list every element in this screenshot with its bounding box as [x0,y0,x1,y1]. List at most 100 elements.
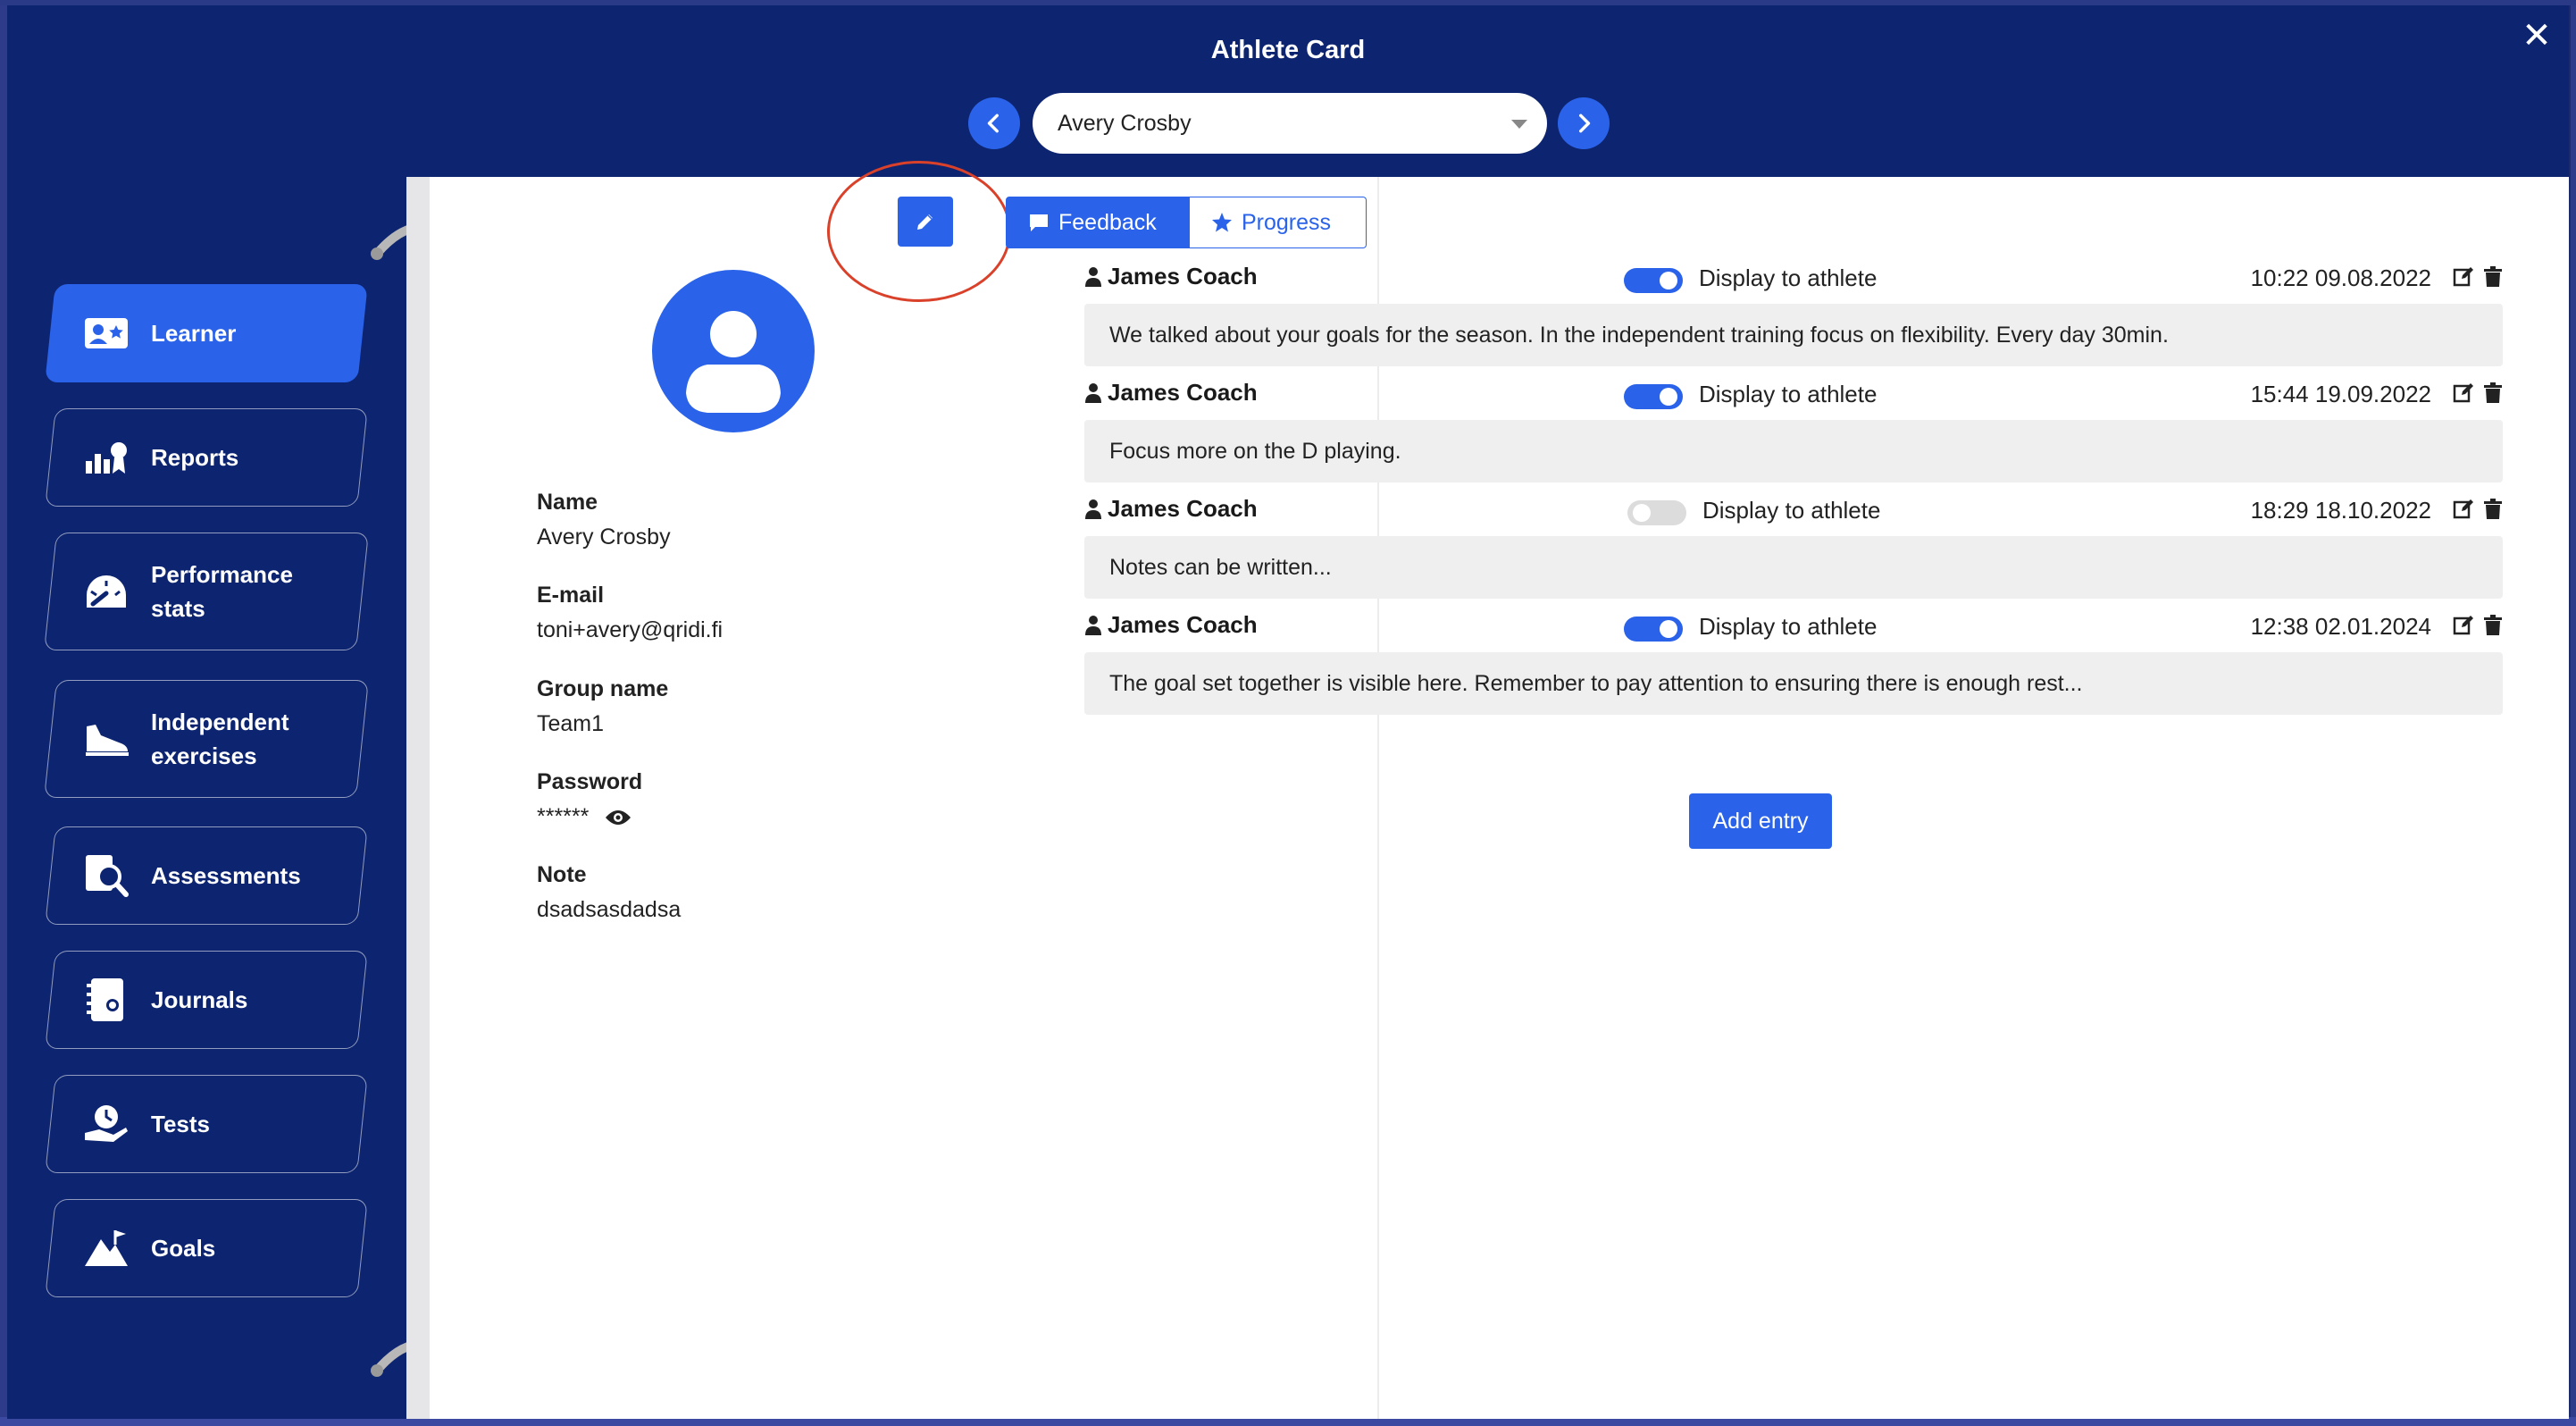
edit-icon[interactable] [2453,382,2474,408]
eye-icon[interactable] [605,809,631,826]
entry-author: James Coach [1108,611,1258,638]
trash-icon[interactable] [2483,615,2503,641]
profile-field-email: E-mail toni+avery@qridi.fi [537,583,723,643]
display-toggle[interactable] [1624,384,1683,409]
field-label: E-mail [537,583,605,608]
tab-progress[interactable]: Progress [1190,197,1367,248]
field-value: Team1 [537,711,605,736]
entry-text: Focus more on the D playing. [1084,420,2503,482]
shoe-icon [81,714,131,764]
display-toggle[interactable] [1627,500,1686,525]
user-icon [1085,615,1101,635]
close-icon: ✕ [2522,16,2552,55]
learner-card-icon [81,308,131,358]
trash-icon[interactable] [2483,499,2503,524]
sidebar-item-reports[interactable]: Reports [45,408,368,507]
chevron-left-icon [987,113,999,133]
feedback-entry: James Coach Display to athlete 12:38 02.… [1084,611,2503,715]
sidebar-item-goals[interactable]: Goals [45,1199,368,1297]
close-button[interactable]: ✕ [2517,16,2556,55]
sidebar-item-tests[interactable]: Tests [45,1075,368,1173]
backdrop [2571,0,2576,1426]
field-label: Note [537,862,587,887]
sidebar-item-label: Independent exercises [151,709,289,769]
tab-feedback[interactable]: Feedback [1006,197,1190,248]
magnifier-icon [81,851,131,901]
content-panel: Name Avery Crosby E-mail toni+avery@qrid… [406,161,2569,1419]
sidebar-item-label: Reports [151,444,239,471]
trash-icon[interactable] [2483,382,2503,408]
tab-label: Progress [1242,209,1332,235]
sidebar-item-label: Assessments [151,862,301,889]
athlete-select-value: Avery Crosby [1058,110,1192,136]
athlete-select[interactable]: Avery Crosby [1033,93,1547,154]
user-icon [1085,266,1101,287]
sidebar-item-label: Performance stats [151,561,293,622]
journal-icon [81,975,131,1025]
chevron-down-icon [1511,120,1527,129]
mountain-flag-icon [81,1223,131,1273]
sidebar-item-label: Journals [151,986,248,1013]
field-value: Avery Crosby [537,524,671,549]
field-value: dsadsasdadsa [537,897,682,922]
reports-chart-icon [81,432,131,482]
field-label: Group name [537,676,669,701]
sidebar-item-assessments[interactable]: Assessments [45,826,368,925]
edit-icon[interactable] [2453,499,2474,524]
profile-field-note: Note dsadsasdadsa [537,862,681,923]
sidebar-item-label: Learner [151,320,237,347]
display-toggle-label: Display to athlete [1702,497,1881,524]
sidebar-item-label: Goals [151,1235,216,1262]
profile-field-group: Group name Team1 [537,676,668,737]
display-toggle[interactable] [1624,617,1683,642]
entry-text: Notes can be written... [1084,536,2503,599]
feedback-entry: James Coach Display to athlete 10:22 09.… [1084,263,2503,366]
avatar [652,270,815,432]
entry-text: We talked about your goals for the seaso… [1084,304,2503,366]
add-entry-button[interactable]: Add entry [1689,793,1832,849]
password-masked: ****** [537,804,590,829]
display-toggle-label: Display to athlete [1699,381,1878,407]
display-toggle-label: Display to athlete [1699,264,1878,291]
user-icon [1085,499,1101,519]
stopwatch-hand-icon [81,1099,131,1149]
field-label: Name [537,490,598,515]
modal-title: Athlete Card [1210,36,1366,64]
entry-author: James Coach [1108,379,1258,406]
entry-timestamp: 15:44 19.09.2022 [2250,381,2431,407]
tab-label: Feedback [1058,209,1157,235]
star-icon [1212,213,1232,232]
entry-author: James Coach [1108,263,1258,289]
feedback-progress-tabs: Feedback Progress [1006,197,1367,248]
previous-athlete-button[interactable] [968,97,1020,149]
sidebar-item-independent-exercises[interactable]: Independent exercises [44,680,369,798]
panel-edge [406,177,430,1419]
feedback-entry: James Coach Display to athlete 15:44 19.… [1084,379,2503,482]
sidebar-item-label: Tests [151,1111,210,1137]
entry-timestamp: 12:38 02.01.2024 [2250,613,2431,640]
sidebar-item-journals[interactable]: Journals [45,951,368,1049]
sidebar-item-learner[interactable]: Learner [45,284,368,382]
field-value: toni+avery@qridi.fi [537,617,723,642]
display-toggle-label: Display to athlete [1699,613,1878,640]
next-athlete-button[interactable] [1558,97,1610,149]
entry-timestamp: 18:29 18.10.2022 [2250,497,2431,524]
comment-icon [1030,214,1048,231]
field-label: Password [537,769,643,794]
feedback-entry: James Coach Display to athlete 18:29 18.… [1084,495,2503,599]
modal-header: Athlete Card ✕ Avery Crosby [7,5,2569,177]
profile-field-password: Password ****** [537,769,642,830]
profile-field-name: Name Avery Crosby [537,490,671,550]
display-toggle[interactable] [1624,268,1683,293]
edit-icon[interactable] [2453,615,2474,641]
entry-timestamp: 10:22 09.08.2022 [2250,264,2431,291]
pencil-icon [917,214,933,230]
edit-icon[interactable] [2453,266,2474,292]
chevron-right-icon [1579,113,1591,133]
user-avatar-icon [686,311,781,413]
entry-author: James Coach [1108,495,1258,522]
trash-icon[interactable] [2483,266,2503,292]
athlete-card-modal: Athlete Card ✕ Avery Crosby Learner Repo… [7,5,2569,1419]
sidebar-item-performance-stats[interactable]: Performance stats [44,533,369,650]
edit-profile-button[interactable] [898,197,953,247]
